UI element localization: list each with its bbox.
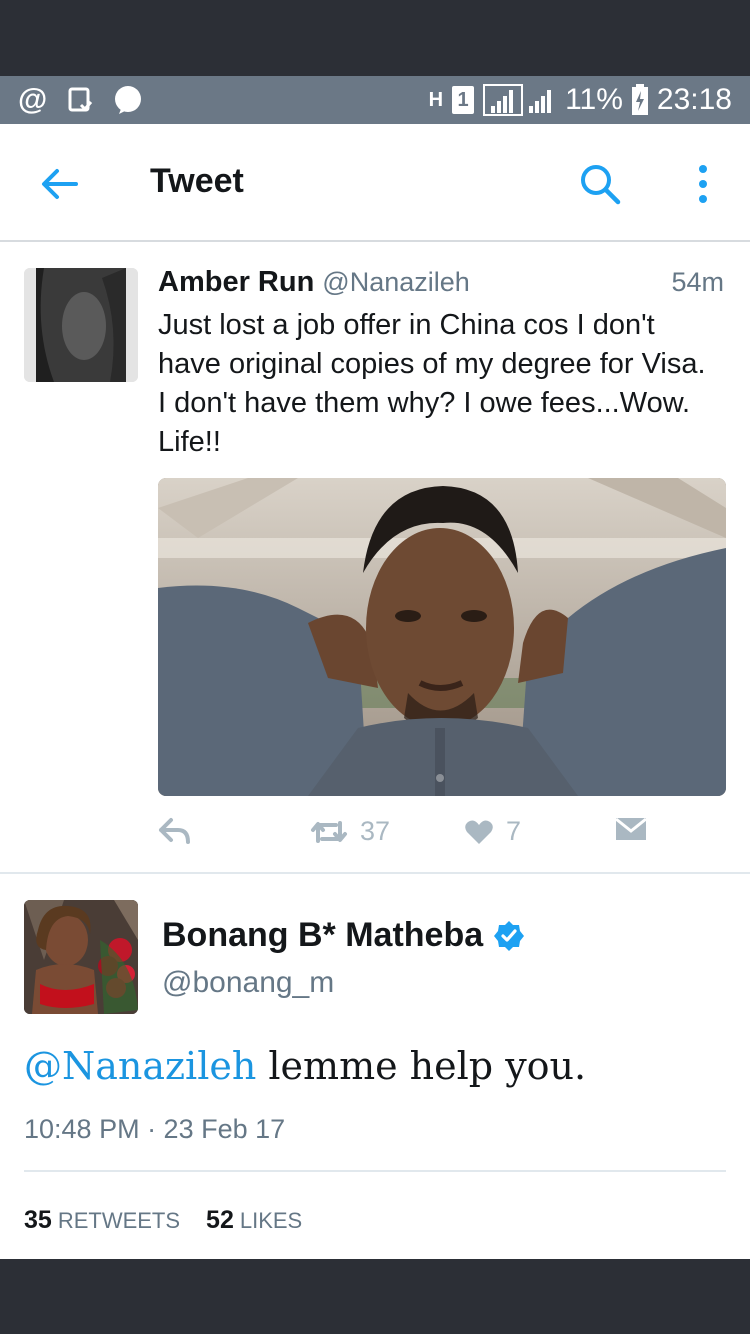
like-button[interactable]: 7 (464, 816, 521, 847)
retweet-count: 37 (360, 816, 391, 846)
divider (24, 1170, 726, 1172)
at-sign-icon: @ (18, 83, 48, 116)
bottom-system-band (0, 1259, 750, 1334)
page-title: Tweet (150, 162, 244, 200)
tweet-timestamp: 10:48 PM · 23 Feb 17 (24, 1114, 286, 1144)
tweet-stats: 35 RETWEETS 52 LIKES (24, 1206, 302, 1235)
search-icon (581, 165, 621, 205)
sim-icon: 1 (451, 85, 475, 115)
display-name[interactable]: Bonang B* Matheba (162, 916, 483, 955)
messenger-icon (113, 85, 143, 115)
likes-label: LIKES (239, 1208, 303, 1233)
tweet-header: Amber Run @Nanazileh 54m (158, 266, 724, 299)
more-options-button[interactable] (688, 160, 718, 208)
like-count: 7 (506, 816, 522, 846)
avatar[interactable] (24, 268, 138, 382)
battery-icon (631, 84, 649, 116)
mention-link[interactable]: @Nanazileh (24, 1044, 256, 1088)
reply-icon (159, 818, 190, 844)
tweet-text: Just lost a job offer in China cos I don… (158, 309, 706, 458)
envelope-icon (615, 817, 647, 840)
tweet-text: @Nanazileh lemme help you. (24, 1044, 586, 1088)
battery-percent: 11% (565, 83, 623, 116)
status-bar: @ H 1 11% 23:18 (0, 76, 750, 124)
network-type: H (428, 89, 444, 111)
tweet-photo[interactable] (158, 478, 726, 796)
user-handle[interactable]: @bonang_m (162, 966, 334, 1000)
top-system-band (0, 0, 750, 76)
author-name-row: Bonang B* Matheba (162, 916, 525, 955)
search-button[interactable] (578, 162, 622, 206)
retweets-count: 35 (24, 1206, 52, 1234)
clock: 23:18 (656, 83, 732, 116)
heart-icon (465, 820, 493, 844)
sim-label: 1 (457, 88, 469, 111)
retweet-button[interactable]: 37 (310, 816, 390, 847)
tweet-actions: 37 7 (158, 816, 726, 856)
user-handle[interactable]: @Nanazileh (322, 267, 470, 298)
quoted-tweet[interactable]: Amber Run @Nanazileh 54m Just lost a job… (0, 244, 750, 874)
clipboard-icon (67, 86, 93, 114)
retweet-icon (311, 820, 347, 843)
more-vertical-icon (699, 165, 707, 203)
tweet-body: lemme help you. (256, 1044, 587, 1088)
direct-message-button[interactable] (614, 816, 648, 842)
arrow-left-icon (42, 169, 78, 199)
retweets-stat[interactable]: 35 RETWEETS (24, 1206, 180, 1235)
back-button[interactable] (38, 162, 82, 206)
retweets-label: RETWEETS (57, 1208, 181, 1233)
verified-badge-icon (494, 920, 525, 951)
app-bar: Tweet (0, 124, 750, 242)
likes-count: 52 (206, 1206, 234, 1234)
reply-button[interactable] (158, 816, 192, 846)
signal-icon (483, 84, 557, 116)
tweet-detail-screen: Tweet Amber Run @Nanazileh 54m Just lost… (0, 124, 750, 1259)
display-name[interactable]: Amber Run (158, 266, 314, 299)
main-tweet: Bonang B* Matheba @bonang_m @Nanazileh l… (0, 876, 750, 1259)
tweet-time: 54m (671, 267, 724, 297)
likes-stat[interactable]: 52 LIKES (206, 1206, 302, 1235)
avatar[interactable] (24, 900, 138, 1014)
